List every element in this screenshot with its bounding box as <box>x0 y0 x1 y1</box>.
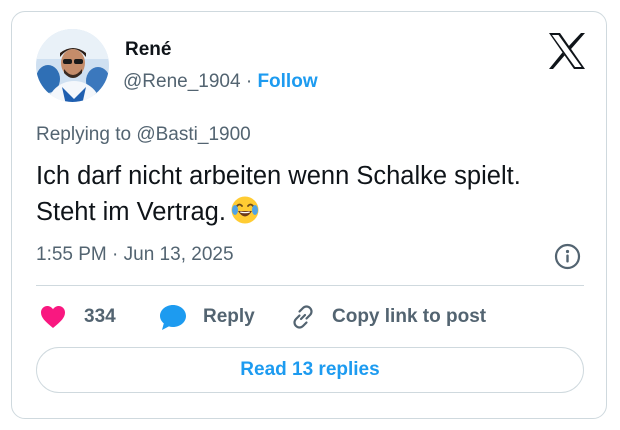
follow-button[interactable]: Follow <box>257 71 317 92</box>
avatar[interactable] <box>36 29 109 102</box>
tweet-timestamp[interactable]: 1:55 PM · Jun 13, 2025 <box>36 244 234 266</box>
read-replies-label: Read 13 replies <box>240 359 380 380</box>
separator-dot: · <box>245 71 253 92</box>
laughing-emoji-icon <box>230 195 260 225</box>
reply-button[interactable]: Reply <box>159 302 255 332</box>
info-icon[interactable] <box>554 243 581 270</box>
heart-icon <box>41 306 65 328</box>
x-logo-icon[interactable] <box>548 33 586 69</box>
copy-link-button[interactable]: Copy link to post <box>290 302 486 332</box>
tweet-text: Ich darf nicht arbeiten wenn Schalke spi… <box>36 158 581 230</box>
read-replies-button[interactable]: Read 13 replies <box>36 347 584 393</box>
tweet-card: René @Rene_1904 · Follow Replying to @Ba… <box>11 11 607 419</box>
reply-bubble-icon <box>160 304 186 330</box>
link-icon <box>293 305 313 329</box>
like-count: 334 <box>84 306 116 327</box>
tweet-text-body: Ich darf nicht arbeiten wenn Schalke spi… <box>36 162 521 226</box>
divider <box>36 285 584 286</box>
reply-mention-link[interactable]: @Basti_1900 <box>136 124 250 145</box>
copy-link-label: Copy link to post <box>332 306 487 327</box>
author-handle[interactable]: @Rene_1904 <box>123 71 241 92</box>
avatar-image <box>36 29 109 102</box>
reply-label: Reply <box>203 306 255 327</box>
reply-context-prefix: Replying to <box>36 124 132 145</box>
like-button[interactable]: 334 <box>40 302 116 332</box>
author-handle-row: @Rene_1904 · Follow <box>123 71 318 93</box>
reply-context: Replying to @Basti_1900 <box>36 124 251 146</box>
author-name[interactable]: René <box>125 39 171 61</box>
